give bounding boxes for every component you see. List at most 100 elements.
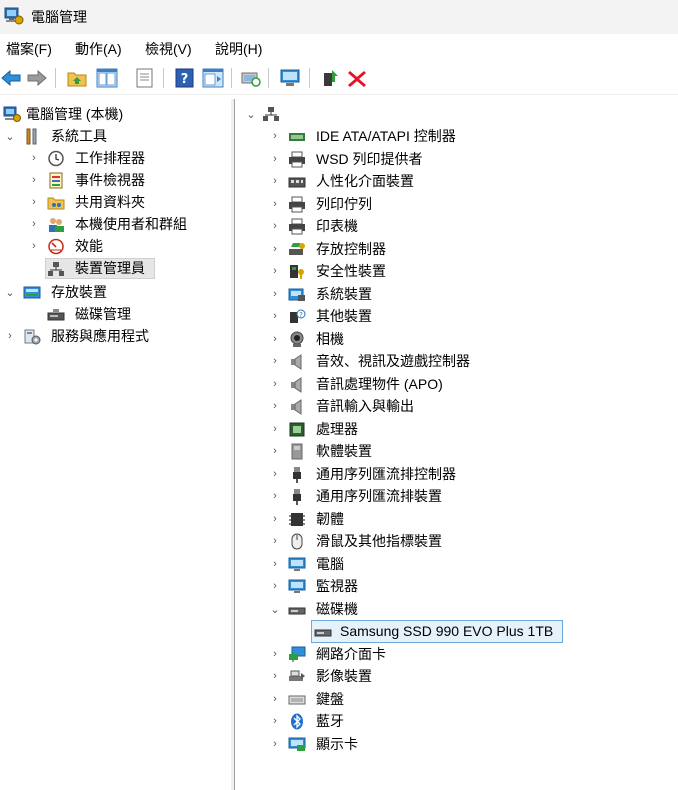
- chevron-right-icon[interactable]: ›: [268, 399, 282, 413]
- chevron-right-icon[interactable]: ›: [268, 647, 282, 661]
- chevron-right-icon[interactable]: ›: [268, 692, 282, 706]
- chevron-right-icon[interactable]: ›: [3, 329, 17, 343]
- menu-help[interactable]: 說明(H): [215, 39, 262, 59]
- chevron-right-icon[interactable]: ›: [268, 219, 282, 233]
- tree-item-computer-management[interactable]: 電腦管理 (本機): [0, 104, 231, 125]
- device-category-printer[interactable]: › WSD 列印提供者: [236, 149, 676, 170]
- chevron-right-icon[interactable]: ›: [268, 242, 282, 256]
- chevron-right-icon[interactable]: ›: [268, 557, 282, 571]
- tree-item-event-viewer[interactable]: › 事件檢視器: [0, 170, 231, 191]
- update-driver-icon[interactable]: [279, 68, 301, 88]
- chevron-right-icon[interactable]: ›: [268, 287, 282, 301]
- chevron-right-icon[interactable]: ›: [268, 332, 282, 346]
- device-category-storage-controller[interactable]: › 存放控制器: [236, 239, 676, 260]
- tree-item-performance[interactable]: › 效能: [0, 236, 231, 257]
- chevron-down-icon[interactable]: ⌄: [268, 602, 282, 616]
- chevron-right-icon[interactable]: ›: [268, 467, 282, 481]
- chevron-right-icon[interactable]: ›: [268, 354, 282, 368]
- chevron-right-icon[interactable]: ›: [268, 669, 282, 683]
- chevron-down-icon[interactable]: ⌄: [3, 285, 17, 299]
- menu-view[interactable]: 檢視(V): [145, 39, 192, 59]
- device-category-network-adapter[interactable]: › 網路介面卡: [236, 644, 676, 665]
- show-action-pane-icon[interactable]: [202, 68, 224, 88]
- chevron-right-icon[interactable]: ›: [27, 217, 41, 231]
- tree-item-system-tools[interactable]: ⌄ 系統工具: [0, 126, 231, 147]
- menu-file[interactable]: 檔案(F): [6, 39, 52, 59]
- chevron-right-icon[interactable]: ›: [268, 152, 282, 166]
- back-icon[interactable]: [0, 68, 22, 88]
- chevron-right-icon[interactable]: ›: [268, 714, 282, 728]
- chevron-right-icon[interactable]: ›: [27, 173, 41, 187]
- device-category-speaker[interactable]: › 音效、視訊及遊戲控制器: [236, 351, 676, 372]
- tree-item-services-applications[interactable]: › 服務與應用程式: [0, 326, 231, 347]
- tree-item-task-scheduler[interactable]: › 工作排程器: [0, 148, 231, 169]
- scan-hardware-changes-icon[interactable]: [240, 68, 262, 88]
- processor-icon: [289, 422, 305, 437]
- device-category-camera[interactable]: › 相機: [236, 329, 676, 350]
- device-category-usb[interactable]: › 通用序列匯流排控制器: [236, 464, 676, 485]
- device-category-computer[interactable]: › 電腦: [236, 554, 676, 575]
- chevron-down-icon[interactable]: ⌄: [244, 107, 258, 121]
- tree-item-storage[interactable]: ⌄ 存放裝置: [0, 282, 231, 303]
- device-category-display-adapter[interactable]: › 顯示卡: [236, 734, 676, 755]
- storage-icon: [23, 286, 41, 299]
- chevron-right-icon[interactable]: ›: [268, 309, 282, 323]
- device-category-software-device[interactable]: › 軟體裝置: [236, 441, 676, 462]
- pane-splitter[interactable]: [231, 99, 235, 790]
- device-category-speaker[interactable]: › 音訊輸入與輸出: [236, 396, 676, 417]
- chevron-right-icon[interactable]: ›: [268, 489, 282, 503]
- device-category-print-queue[interactable]: › 列印佇列: [236, 194, 676, 215]
- chevron-right-icon[interactable]: ›: [268, 444, 282, 458]
- device-category-ide-controller[interactable]: › IDE ATA/ATAPI 控制器: [236, 126, 676, 147]
- device-category-keyboard[interactable]: › 鍵盤: [236, 689, 676, 710]
- device-category-firmware[interactable]: › 韌體: [236, 509, 676, 530]
- uninstall-device-icon[interactable]: [346, 68, 368, 88]
- tree-item-device-manager[interactable]: 裝置管理員: [45, 258, 155, 279]
- device-category-system-device[interactable]: › 系統裝置: [236, 284, 676, 305]
- chevron-right-icon[interactable]: ›: [268, 534, 282, 548]
- device-label: 相機: [316, 331, 344, 347]
- properties-icon[interactable]: [134, 68, 156, 88]
- device-tree-root[interactable]: ⌄: [236, 104, 676, 125]
- device-category-printer[interactable]: › 印表機: [236, 216, 676, 237]
- chevron-right-icon[interactable]: ›: [268, 129, 282, 143]
- device-category-hid[interactable]: › 人性化介面裝置: [236, 171, 676, 192]
- forward-icon[interactable]: [26, 68, 48, 88]
- chevron-right-icon[interactable]: ›: [268, 174, 282, 188]
- device-category-usb[interactable]: › 通用序列匯流排裝置: [236, 486, 676, 507]
- chevron-right-icon[interactable]: ›: [27, 195, 41, 209]
- tree-item-local-users-groups[interactable]: › 本機使用者和群組: [0, 214, 231, 235]
- device-category-security-device[interactable]: › 安全性裝置: [236, 261, 676, 282]
- svg-text:?: ?: [299, 311, 303, 319]
- device-category-disk-drive[interactable]: ⌄ 磁碟機: [236, 599, 676, 620]
- chevron-right-icon[interactable]: ›: [27, 151, 41, 165]
- chevron-down-icon[interactable]: ⌄: [3, 129, 17, 143]
- chevron-right-icon[interactable]: ›: [268, 264, 282, 278]
- tree-item-shared-folders[interactable]: › 共用資料夾: [0, 192, 231, 213]
- device-category-other-device[interactable]: ›? 其他裝置: [236, 306, 676, 327]
- device-label: 列印佇列: [316, 196, 372, 212]
- chevron-right-icon[interactable]: ›: [268, 197, 282, 211]
- chevron-right-icon[interactable]: ›: [27, 239, 41, 253]
- chevron-right-icon[interactable]: ›: [268, 579, 282, 593]
- device-category-processor[interactable]: › 處理器: [236, 419, 676, 440]
- show-hide-console-tree-icon[interactable]: [96, 68, 118, 88]
- chevron-right-icon[interactable]: ›: [268, 377, 282, 391]
- menu-action[interactable]: 動作(A): [75, 39, 122, 59]
- device-category-bluetooth[interactable]: › 藍牙: [236, 711, 676, 732]
- device-category-speaker[interactable]: › 音訊處理物件 (APO): [236, 374, 676, 395]
- speaker-icon: [291, 377, 302, 393]
- device-category-imaging-device[interactable]: › 影像裝置: [236, 666, 676, 687]
- tree-item-disk-management[interactable]: 磁碟管理: [0, 304, 231, 325]
- up-folder-icon[interactable]: [66, 68, 88, 88]
- device-category-monitor[interactable]: › 監視器: [236, 576, 676, 597]
- chevron-right-icon[interactable]: ›: [268, 422, 282, 436]
- device-item-disk-drive[interactable]: Samsung SSD 990 EVO Plus 1TB: [311, 620, 563, 643]
- other-device-icon: ?: [290, 309, 306, 323]
- help-icon[interactable]: ?: [174, 68, 196, 88]
- device-category-mouse[interactable]: › 滑鼠及其他指標裝置: [236, 531, 676, 552]
- chevron-right-icon[interactable]: ›: [268, 737, 282, 751]
- enable-device-icon[interactable]: [320, 68, 342, 88]
- computer-icon: [288, 557, 306, 571]
- chevron-right-icon[interactable]: ›: [268, 512, 282, 526]
